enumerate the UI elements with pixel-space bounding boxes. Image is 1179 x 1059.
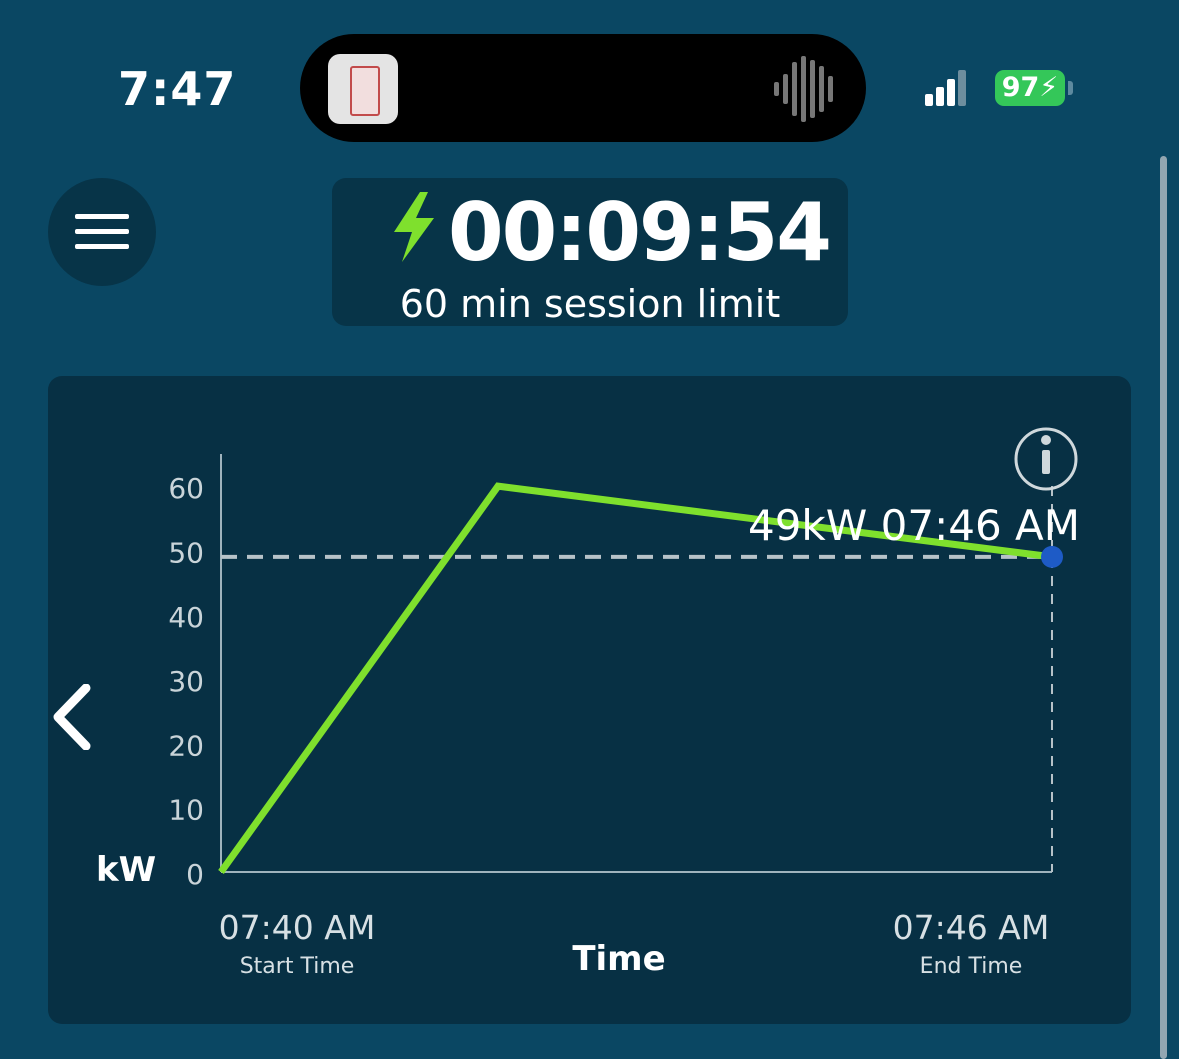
audio-waveform-icon xyxy=(774,56,833,122)
y-tick-label: 40 xyxy=(168,601,204,634)
y-tick-label: 50 xyxy=(168,536,204,569)
y-tick-label: 30 xyxy=(168,665,204,698)
session-limit-text: 60 min session limit xyxy=(399,282,781,326)
x-axis-title: Time xyxy=(572,939,665,979)
battery-level: 97 xyxy=(1001,72,1040,103)
x-start-label: 07:40 AM xyxy=(219,908,376,947)
elapsed-time: 00:09:54 xyxy=(448,186,832,279)
x-start-caption: Start Time xyxy=(240,954,355,979)
cellular-signal-icon xyxy=(925,70,966,106)
charging-bolt-icon: ⚡ xyxy=(1039,72,1059,103)
info-icon[interactable] xyxy=(1014,427,1078,491)
y-tick-label: 0 xyxy=(186,858,204,891)
y-tick-label: 10 xyxy=(168,794,204,827)
status-time: 7:47 xyxy=(118,62,237,116)
scrollbar[interactable] xyxy=(1160,156,1167,1059)
power-chart-card: 0 10 20 30 40 50 60 49kW 07:46 AM kW 07:40 AM … xyxy=(48,376,1131,1024)
menu-button[interactable] xyxy=(48,178,156,286)
chevron-left-icon[interactable] xyxy=(52,684,92,750)
x-end-caption: End Time xyxy=(920,954,1023,979)
marker-label: 49kW 07:46 AM xyxy=(748,501,1080,550)
lightning-bolt-icon xyxy=(394,192,434,262)
session-timer: 00:09:54 60 min session limit xyxy=(332,178,848,326)
battery-tip xyxy=(1068,81,1073,95)
y-tick-label: 60 xyxy=(168,472,204,505)
battery-indicator: 97⚡ xyxy=(995,70,1065,106)
live-activity-thumbnail xyxy=(328,54,398,124)
dynamic-island[interactable] xyxy=(300,34,866,142)
y-tick-label: 20 xyxy=(168,729,204,762)
power-chart: 0102030405060 49kW 07:46 AM kW 07:40 AM … xyxy=(96,427,1080,979)
x-end-label: 07:46 AM xyxy=(893,908,1050,947)
y-axis-label: kW xyxy=(96,850,156,890)
